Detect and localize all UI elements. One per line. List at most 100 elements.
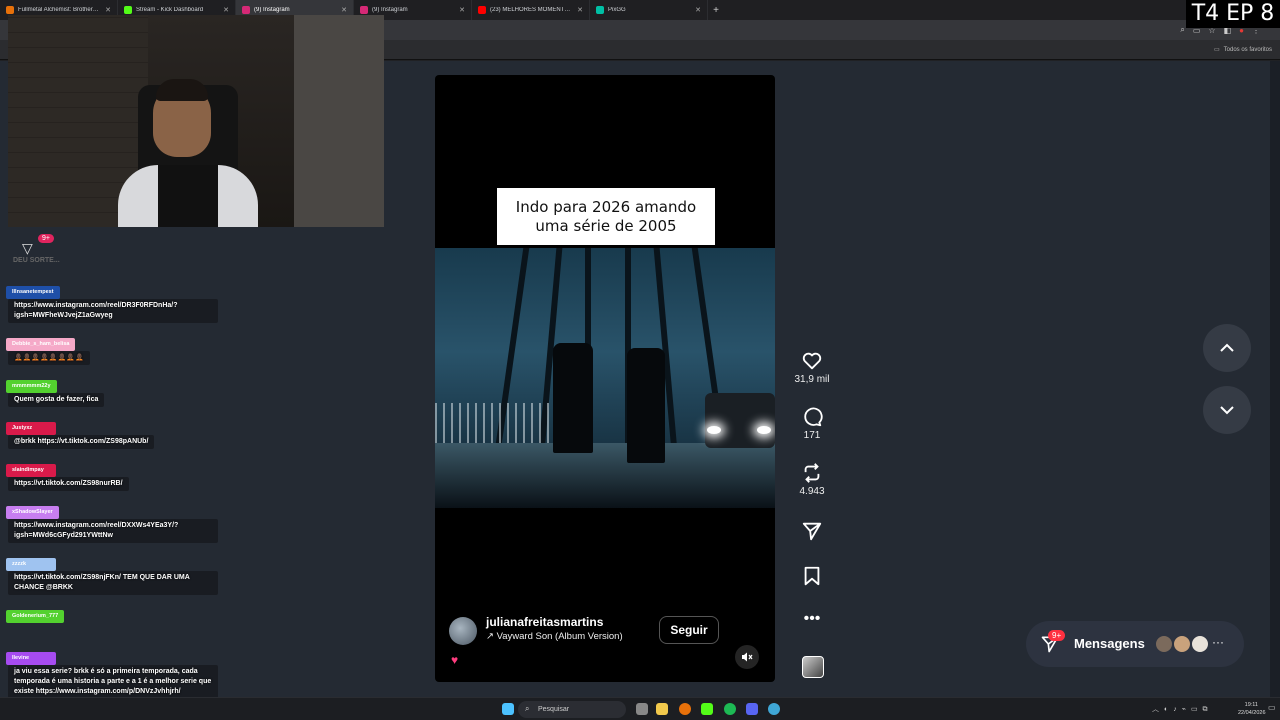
- share-action[interactable]: [790, 520, 834, 542]
- audio-thumbnail[interactable]: [802, 656, 824, 678]
- episode-label: T4 EP 8: [1186, 0, 1280, 28]
- tab-label: (9) Instagram: [254, 7, 290, 13]
- folder-icon: ▭: [1213, 47, 1220, 53]
- taskbar-search[interactable]: ⌕ Pesquisar: [518, 701, 626, 718]
- task-view-icon[interactable]: [636, 703, 648, 715]
- kick-app-icon[interactable]: [701, 703, 713, 715]
- figure-silhouette: [627, 348, 665, 463]
- previous-reel-button[interactable]: [1203, 324, 1251, 372]
- comment-action[interactable]: 171: [790, 406, 834, 441]
- author-username[interactable]: julianafreitasmartins: [486, 615, 603, 629]
- chat-badge: 9+: [38, 234, 54, 243]
- kick-favicon-icon: [124, 6, 132, 14]
- chat-text: https://www.instagram.com/reel/DR3F0RFDn…: [8, 299, 218, 323]
- car-headlight: [707, 426, 721, 434]
- chat-text: 🧑🏿‍🦲🧑🏿‍🦲🧑🏿‍🦲🧑🏿‍🦲🧑🏿‍🦲🧑🏿‍🦲🧑🏿‍🦲🧑🏿‍🦲: [8, 351, 90, 365]
- chevron-up-icon: [1220, 343, 1234, 352]
- new-tab-button[interactable]: +: [708, 5, 724, 16]
- tab-label: Stream - Kick Dashboard: [136, 7, 204, 13]
- chat-username: Justyxz: [6, 422, 56, 435]
- figure-silhouette: [553, 343, 593, 453]
- chat-message: mmmmmm22y Quem gosta de fazer, fica: [6, 374, 220, 407]
- liked-heart-icon: ♥: [451, 653, 459, 667]
- heart-icon: [802, 352, 822, 370]
- search-placeholder: Pesquisar: [538, 706, 570, 713]
- avatar: [1154, 634, 1174, 654]
- spotify-icon[interactable]: [724, 703, 736, 715]
- tab-youtube-melhores[interactable]: (23) MELHORES MOMENTOS: F ✕: [472, 0, 590, 20]
- music-label[interactable]: ↗ Vayward Son (Album Version): [486, 631, 623, 642]
- search-icon: ⌕: [525, 704, 530, 713]
- chat-username: llevine: [6, 652, 56, 665]
- more-icon: ···: [1212, 635, 1224, 649]
- next-reel-button[interactable]: [1203, 386, 1251, 434]
- close-tab-icon[interactable]: ✕: [105, 6, 111, 14]
- chrome-icon[interactable]: [679, 703, 691, 715]
- follow-button[interactable]: Seguir: [659, 616, 719, 644]
- chevron-down-icon: [1220, 406, 1234, 415]
- chat-message: llevine ja viu essa serie? brkk é só a p…: [6, 646, 220, 699]
- avatar[interactable]: [449, 617, 477, 645]
- chat-text: @brkk https://vt.tiktok.com/ZS98pANUb/: [8, 435, 155, 449]
- repost-icon: [804, 463, 820, 483]
- system-tray-icons[interactable]: ︿◐♪⌁▭⧉: [1152, 704, 1213, 714]
- notification-icon[interactable]: ▭: [1268, 703, 1276, 712]
- youtube-favicon-icon: [6, 6, 14, 14]
- chat-caption: DEU SORTE...: [13, 257, 60, 264]
- more-icon: •••: [803, 610, 821, 627]
- chat-message: Justyxz @brkk https://vt.tiktok.com/ZS98…: [6, 416, 220, 449]
- close-tab-icon[interactable]: ✕: [577, 6, 583, 14]
- file-explorer-icon[interactable]: [656, 703, 668, 715]
- mute-button[interactable]: [735, 645, 759, 669]
- video-frame: [435, 248, 775, 508]
- avatar: [1190, 634, 1210, 654]
- muted-speaker-icon: [742, 652, 753, 662]
- chat-text: https://vt.tiktok.com/ZS98njFKn/ TEM QUE…: [8, 571, 218, 595]
- close-tab-icon[interactable]: ✕: [341, 6, 347, 14]
- tab-pixgg[interactable]: PixGG ✕: [590, 0, 708, 20]
- music-arrow-icon: ↗: [486, 631, 497, 642]
- avatar: [1172, 634, 1192, 654]
- bridge-deck: [435, 443, 775, 508]
- clock-date: 22/04/2026: [1238, 710, 1266, 716]
- chat-username: lllnsanetempest: [6, 286, 60, 299]
- streamer-hair: [156, 79, 208, 101]
- chat-text: https://www.instagram.com/reel/DXXWs4YEa…: [8, 519, 218, 543]
- page-scrollbar[interactable]: [1270, 61, 1280, 697]
- more-options-button[interactable]: •••: [790, 610, 834, 627]
- zoom-icon[interactable]: ⌕: [1180, 25, 1184, 35]
- chat-username: slaindimpay: [6, 464, 56, 477]
- messages-button[interactable]: 9+ Mensagens ···: [1026, 621, 1244, 667]
- close-tab-icon[interactable]: ✕: [223, 6, 229, 14]
- windows-start-icon[interactable]: [502, 703, 514, 715]
- like-action[interactable]: 31,9 mil: [790, 350, 834, 385]
- chat-username: Goldenerium_777: [6, 610, 65, 623]
- stream-chat-overlay: ▽ 9+ DEU SORTE... lllnsanetempest https:…: [6, 232, 224, 712]
- chat-username: xShadowSlayer: [6, 506, 59, 519]
- comment-icon: [804, 407, 823, 427]
- discord-icon[interactable]: [746, 703, 758, 715]
- close-tab-icon[interactable]: ✕: [695, 6, 701, 14]
- taskbar-clock[interactable]: 19:11 22/04/2026: [1238, 701, 1266, 717]
- close-tab-icon[interactable]: ✕: [459, 6, 465, 14]
- chat-message: zzzzk https://vt.tiktok.com/ZS98njFKn/ T…: [6, 552, 220, 595]
- chat-message: xShadowSlayer https://www.instagram.com/…: [6, 500, 220, 543]
- clock-time: 19:11: [1244, 702, 1258, 708]
- tab-label: PixGG: [608, 7, 626, 13]
- music-title: Vayward Son (Album Version): [496, 631, 623, 642]
- all-bookmarks-link[interactable]: Todos os favoritos: [1224, 47, 1272, 53]
- app-icon[interactable]: [768, 703, 780, 715]
- pixgg-favicon-icon: [596, 6, 604, 14]
- chat-text: Quem gosta de fazer, fica: [8, 393, 105, 407]
- repost-count: 4.943: [799, 486, 825, 497]
- comment-count: 171: [803, 430, 821, 441]
- messages-label: Mensagens: [1074, 636, 1145, 651]
- chat-text: https://vt.tiktok.com/ZS98nurRB/: [8, 477, 129, 491]
- reel-video[interactable]: Indo para 2026 amando uma série de 2005 …: [435, 75, 775, 682]
- messages-badge: 9+: [1048, 630, 1066, 641]
- save-action[interactable]: [790, 565, 834, 587]
- chat-message: lllnsanetempest https://www.instagram.co…: [6, 280, 220, 323]
- chat-text: ja viu essa serie? brkk é só a primeira …: [8, 665, 218, 699]
- chat-username: zzzzk: [6, 558, 56, 571]
- repost-action[interactable]: 4.943: [790, 462, 834, 497]
